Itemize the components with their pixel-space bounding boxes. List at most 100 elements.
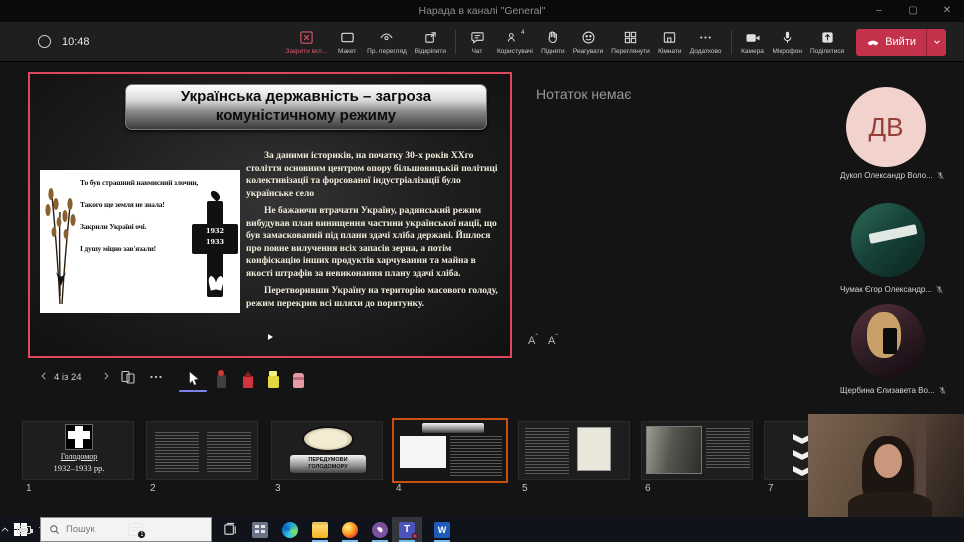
- pen-icon: [243, 376, 253, 388]
- pen-tool-button[interactable]: [237, 368, 259, 388]
- increase-font-button[interactable]: Aˆ: [528, 335, 538, 347]
- participants-button[interactable]: 4 Користувачі: [493, 24, 537, 60]
- next-slide-button[interactable]: [98, 370, 114, 386]
- slide-poem-image: То був страшний навмисний злочин, Такого…: [40, 170, 240, 313]
- thumbnail-number: 1: [26, 483, 32, 494]
- memorial-year-bottom: 1933: [198, 238, 232, 246]
- memorial-candle-cross: 1932 1933: [188, 190, 240, 308]
- calculator-app-icon[interactable]: [246, 517, 274, 542]
- edge-app-icon[interactable]: [276, 517, 304, 542]
- more-options-button[interactable]: Додатково: [686, 24, 726, 60]
- highlighter-tool-button[interactable]: [262, 368, 284, 388]
- close-button[interactable]: ✕: [930, 0, 964, 22]
- slide-paragraph: Перетворивши Україну на територію масово…: [246, 285, 504, 310]
- popout-icon: [422, 29, 439, 46]
- participant-avatar[interactable]: ДВ: [846, 87, 926, 167]
- slide-body-text: За даними істориків, на початку 30-х рок…: [246, 150, 504, 315]
- previous-slide-button[interactable]: [36, 370, 52, 386]
- participant-row: Щербина Єлизавета Во...: [840, 386, 948, 395]
- thumbnail-number: 2: [150, 483, 156, 494]
- self-video-tile[interactable]: [808, 414, 964, 517]
- slide-thumbnail-2[interactable]: [146, 421, 258, 480]
- maximize-button[interactable]: ▢: [896, 0, 930, 22]
- share-button[interactable]: Поділитися: [806, 24, 848, 60]
- eraser-tool-button[interactable]: [287, 368, 309, 388]
- shared-presentation-slide[interactable]: Українська державність – загроза комуніс…: [28, 72, 512, 358]
- decrease-font-button[interactable]: Aˇ: [548, 335, 558, 347]
- microphone-icon: [779, 29, 796, 46]
- poem-line: То був страшний навмисний злочин,: [80, 178, 218, 187]
- taskbar-search[interactable]: [40, 517, 212, 542]
- participant-name: Чумак Єгор Олександр...: [840, 285, 932, 294]
- stop-presenting-icon: [298, 29, 315, 46]
- viber-app-icon[interactable]: [366, 517, 394, 542]
- slide-paragraph: Не бажаючи втрачати Україну, радянський …: [246, 205, 504, 280]
- thumbnail-number: 6: [645, 483, 651, 494]
- firefox-app-icon[interactable]: [336, 517, 364, 542]
- presenter-view-button[interactable]: Пр. перегляд: [363, 24, 411, 60]
- memorial-year-top: 1932: [198, 227, 232, 235]
- chat-button[interactable]: Чат: [461, 24, 493, 60]
- view-button[interactable]: Переглянути: [607, 24, 654, 60]
- mic-muted-icon: [938, 386, 947, 395]
- slide-thumbnail-6[interactable]: [641, 421, 753, 480]
- meeting-toolbar: 10:48 Закрити вкл... Макет Пр. перегляд: [0, 22, 964, 62]
- react-button[interactable]: Реагувати: [569, 24, 607, 60]
- laser-pointer-icon: [217, 375, 226, 388]
- layout-button[interactable]: Макет: [331, 24, 363, 60]
- search-input[interactable]: [66, 524, 186, 535]
- toolbar-divider: [455, 30, 456, 54]
- task-view-button[interactable]: [216, 517, 244, 542]
- thumbnail-number: 4: [396, 483, 402, 494]
- search-icon: [49, 524, 60, 535]
- participant-row: Дукоп Олександр Воло...: [840, 171, 948, 180]
- window-titlebar: Нарада в каналі "General" – ▢ ✕: [0, 0, 964, 22]
- raise-hand-button[interactable]: Підняти: [537, 24, 569, 60]
- window-title: Нарада в каналі "General": [0, 0, 964, 22]
- file-explorer-app-icon[interactable]: [306, 517, 334, 542]
- candle-flame-icon: [209, 189, 222, 202]
- microphone-button[interactable]: Мікрофон: [769, 24, 807, 60]
- participants-count-badge: 4: [521, 30, 524, 36]
- notes-empty-label: Нотаток немає: [536, 86, 631, 102]
- ellipsis-icon: [697, 29, 714, 46]
- slide-thumbnail-4-selected[interactable]: [392, 418, 508, 483]
- pointer-tool-button[interactable]: [182, 368, 204, 388]
- thumbnail-number: 5: [522, 483, 528, 494]
- eye-icon: [378, 29, 395, 46]
- participant-name: Щербина Єлизавета Во...: [840, 386, 935, 395]
- caret-down-icon: ˇ: [555, 333, 558, 342]
- rooms-icon: [661, 29, 678, 46]
- wheat-illustration: [42, 176, 78, 306]
- teams-app-icon-active[interactable]: T: [392, 517, 422, 542]
- grid-view-icon: [622, 29, 639, 46]
- participant-avatar[interactable]: [851, 304, 925, 378]
- leave-options-caret[interactable]: [926, 29, 946, 56]
- participant-name: Дукоп Олександр Воло...: [840, 171, 933, 180]
- chat-icon: [469, 29, 486, 46]
- laser-pointer-tool-button[interactable]: [210, 368, 232, 388]
- slide-paragraph: За даними істориків, на початку 30-х рок…: [246, 150, 504, 200]
- minimize-button[interactable]: –: [862, 0, 896, 22]
- participant-avatar[interactable]: [851, 203, 925, 277]
- slide-title: Українська державність – загроза комуніс…: [132, 88, 480, 126]
- slide-thumbnail-1[interactable]: Голодомор 1932–1933 рр.: [22, 421, 134, 480]
- slide-thumbnail-3[interactable]: ПЕРЕДУМОВИ ГОЛОДОМОРУ: [271, 421, 383, 480]
- camera-button[interactable]: Камера: [737, 24, 769, 60]
- presenter-pointer-cursor: [268, 334, 273, 340]
- teams-meeting-window: Нарада в каналі "General" – ▢ ✕ 10:48 За…: [0, 0, 964, 542]
- thumbnail-strip-toggle-button[interactable]: [120, 369, 136, 390]
- leave-button[interactable]: Вийти: [856, 29, 946, 56]
- action-center-icon[interactable]: 1: [128, 523, 143, 536]
- thumbnail-number: 7: [768, 483, 774, 494]
- unpin-button[interactable]: Відкріпити: [411, 24, 450, 60]
- stop-presenting-button[interactable]: Закрити вкл...: [282, 24, 332, 60]
- teams-busy-presence-dot: [412, 533, 418, 539]
- selected-tool-indicator: [179, 390, 207, 392]
- word-app-icon[interactable]: W: [428, 517, 456, 542]
- battery-icon[interactable]: [17, 526, 31, 534]
- presenter-more-button[interactable]: [148, 369, 164, 390]
- layout-icon: [339, 29, 356, 46]
- breakout-rooms-button[interactable]: Кімнати: [654, 24, 686, 60]
- slide-thumbnail-5[interactable]: [518, 421, 630, 480]
